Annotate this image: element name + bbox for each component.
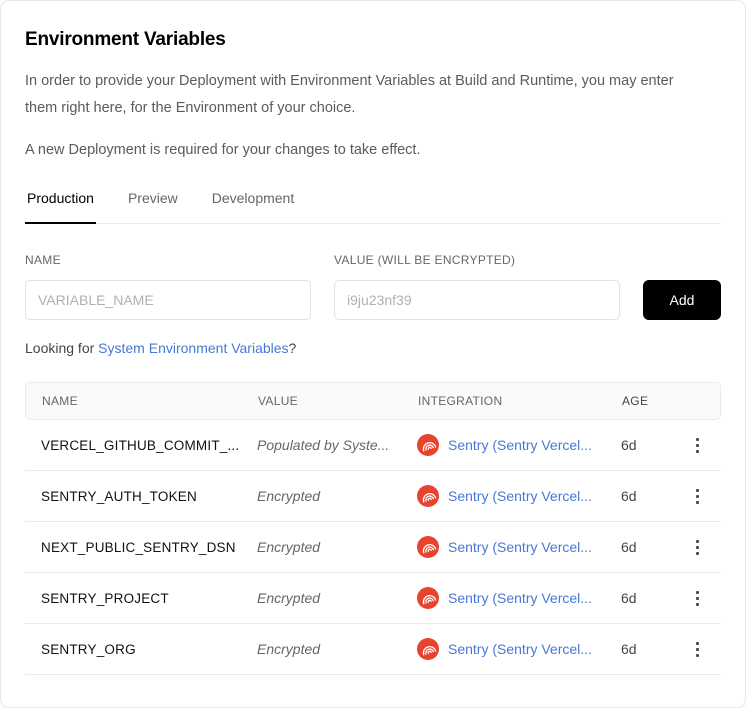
kebab-menu-icon[interactable]	[692, 638, 703, 661]
integration-cell: Sentry (Sentry Vercel...	[417, 434, 621, 456]
variables-table: NAME VALUE INTEGRATION AGE VERCEL_GITHUB…	[25, 382, 721, 675]
sentry-icon	[417, 536, 439, 558]
tab-development[interactable]: Development	[210, 178, 297, 224]
variable-value-cell: Encrypted	[257, 488, 417, 504]
panel-description-note: A new Deployment is required for your ch…	[25, 137, 705, 164]
variable-name-input[interactable]	[25, 280, 311, 320]
kebab-menu-icon[interactable]	[692, 587, 703, 610]
integration-cell: Sentry (Sentry Vercel...	[417, 587, 621, 609]
column-header-name: NAME	[26, 394, 258, 408]
variable-value-cell: Populated by Syste...	[257, 437, 417, 453]
age-cell: 6d	[621, 590, 677, 606]
add-button[interactable]: Add	[643, 280, 721, 320]
sentry-icon	[417, 638, 439, 660]
sentry-icon	[417, 485, 439, 507]
variable-value-cell: Encrypted	[257, 641, 417, 657]
tab-preview[interactable]: Preview	[126, 178, 180, 224]
value-field-label: VALUE (WILL BE ENCRYPTED)	[334, 253, 620, 267]
table-row: NEXT_PUBLIC_SENTRY_DSN Encrypted Sentry …	[25, 522, 721, 573]
variable-name-cell: VERCEL_GITHUB_COMMIT_...	[25, 438, 257, 453]
age-cell: 6d	[621, 488, 677, 504]
variable-name-cell: NEXT_PUBLIC_SENTRY_DSN	[25, 540, 257, 555]
integration-link[interactable]: Sentry (Sentry Vercel...	[448, 590, 592, 606]
integration-cell: Sentry (Sentry Vercel...	[417, 485, 621, 507]
table-row: SENTRY_ORG Encrypted Sentry (Sentry Verc…	[25, 624, 721, 675]
table-row: VERCEL_GITHUB_COMMIT_... Populated by Sy…	[25, 420, 721, 471]
value-field-group: VALUE (WILL BE ENCRYPTED)	[334, 253, 620, 320]
system-environment-variables-link[interactable]: System Environment Variables	[98, 340, 288, 356]
variable-name-cell: SENTRY_AUTH_TOKEN	[25, 489, 257, 504]
column-header-age: AGE	[622, 394, 678, 408]
hint-suffix: ?	[289, 340, 297, 356]
hint-prefix: Looking for	[25, 340, 98, 356]
kebab-menu-icon[interactable]	[692, 485, 703, 508]
column-header-integration: INTEGRATION	[418, 394, 622, 408]
tab-production[interactable]: Production	[25, 178, 96, 224]
name-field-group: NAME	[25, 253, 311, 320]
age-cell: 6d	[621, 641, 677, 657]
integration-cell: Sentry (Sentry Vercel...	[417, 638, 621, 660]
integration-link[interactable]: Sentry (Sentry Vercel...	[448, 641, 592, 657]
page-title: Environment Variables	[25, 28, 721, 52]
variable-name-cell: SENTRY_PROJECT	[25, 591, 257, 606]
kebab-menu-icon[interactable]	[692, 536, 703, 559]
sentry-icon	[417, 587, 439, 609]
sentry-icon	[417, 434, 439, 456]
variable-value-cell: Encrypted	[257, 539, 417, 555]
variable-value-cell: Encrypted	[257, 590, 417, 606]
table-body: VERCEL_GITHUB_COMMIT_... Populated by Sy…	[25, 420, 721, 675]
name-field-label: NAME	[25, 253, 311, 267]
table-header-row: NAME VALUE INTEGRATION AGE	[25, 382, 721, 420]
table-row: SENTRY_AUTH_TOKEN Encrypted Sentry (Sent…	[25, 471, 721, 522]
age-cell: 6d	[621, 539, 677, 555]
add-variable-form: NAME VALUE (WILL BE ENCRYPTED) Add	[25, 253, 721, 320]
age-cell: 6d	[621, 437, 677, 453]
panel-description: In order to provide your Deployment with…	[25, 68, 705, 122]
integration-link[interactable]: Sentry (Sentry Vercel...	[448, 488, 592, 504]
column-header-value: VALUE	[258, 394, 418, 408]
variable-name-cell: SENTRY_ORG	[25, 642, 257, 657]
integration-link[interactable]: Sentry (Sentry Vercel...	[448, 539, 592, 555]
integration-cell: Sentry (Sentry Vercel...	[417, 536, 621, 558]
kebab-menu-icon[interactable]	[692, 434, 703, 457]
environment-variables-panel: Environment Variables In order to provid…	[0, 0, 746, 708]
integration-link[interactable]: Sentry (Sentry Vercel...	[448, 437, 592, 453]
environment-tabs: Production Preview Development	[25, 178, 721, 224]
system-env-hint: Looking for System Environment Variables…	[25, 340, 721, 356]
variable-value-input[interactable]	[334, 280, 620, 320]
table-row: SENTRY_PROJECT Encrypted Sentry (Sentry …	[25, 573, 721, 624]
